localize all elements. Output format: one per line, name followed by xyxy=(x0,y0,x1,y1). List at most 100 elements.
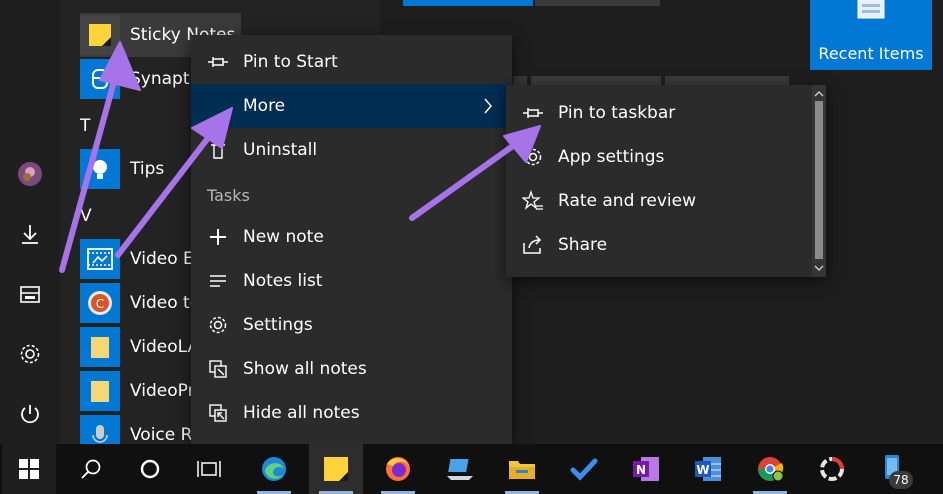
video-to-icon: C xyxy=(80,283,120,323)
list-item-tips[interactable]: Tips xyxy=(80,147,164,191)
start-button[interactable] xyxy=(2,444,56,494)
menu-item-label: Rate and review xyxy=(558,191,696,211)
computer-icon xyxy=(447,459,473,480)
letter-header[interactable]: V xyxy=(80,206,92,226)
svg-text:C: C xyxy=(96,297,104,311)
menu-item-label: Notes list xyxy=(243,271,323,291)
menu-item-more[interactable]: More xyxy=(191,84,512,128)
menu-item-label: Settings xyxy=(243,315,313,335)
recent-items-icon xyxy=(857,0,885,19)
hide-windows-icon xyxy=(206,401,230,425)
chrome-button[interactable] xyxy=(743,444,797,494)
trash-icon xyxy=(206,138,230,162)
sticky-notes-icon xyxy=(324,457,348,481)
menu-item-share[interactable]: Share xyxy=(506,223,812,267)
user-avatar[interactable] xyxy=(10,154,50,194)
gear-icon xyxy=(206,313,230,337)
firefox-button[interactable] xyxy=(371,444,425,494)
menu-item-label: App settings xyxy=(558,147,665,167)
onenote-button[interactable]: N xyxy=(619,444,673,494)
scroll-down-icon[interactable] xyxy=(812,261,826,275)
phone-app-button[interactable]: 78 xyxy=(867,444,921,494)
folder-icon xyxy=(509,461,535,479)
menu-item-new-note[interactable]: New note xyxy=(191,215,512,259)
chrome-icon xyxy=(758,457,784,482)
video-editor-icon xyxy=(80,239,120,279)
search-icon xyxy=(81,459,101,479)
windows-icon xyxy=(19,459,39,479)
gear-icon xyxy=(20,344,40,364)
power-button[interactable] xyxy=(10,394,50,434)
menu-item-hide-all-notes[interactable]: Hide all notes xyxy=(191,391,512,435)
file-explorer-button[interactable] xyxy=(495,444,549,494)
recent-items-tile[interactable]: Recent Items xyxy=(810,0,932,70)
menu-item-settings[interactable]: Settings xyxy=(191,303,512,347)
checkmark-icon xyxy=(570,458,598,481)
context-menu: Pin to Start More Uninstall Tasks New no… xyxy=(191,35,512,444)
menu-item-label: Hide all notes xyxy=(243,403,360,423)
loader-app-button[interactable] xyxy=(805,444,859,494)
folder-icon xyxy=(80,327,120,367)
menu-item-label: New note xyxy=(243,227,324,247)
tasks-header: Tasks xyxy=(207,186,250,205)
star-icon xyxy=(521,189,545,213)
submenu-scrollbar[interactable] xyxy=(812,85,826,277)
edge-icon xyxy=(262,457,286,481)
tile[interactable] xyxy=(403,0,533,6)
start-rail xyxy=(0,0,60,444)
tile[interactable] xyxy=(535,0,660,6)
gear-icon xyxy=(521,145,545,169)
downloads-button[interactable] xyxy=(10,214,50,254)
sticky-notes-taskbar-button[interactable] xyxy=(309,444,363,494)
menu-item-label: More xyxy=(243,96,286,116)
this-pc-button[interactable] xyxy=(433,444,487,494)
taskbar: N W 78 xyxy=(0,444,943,494)
menu-item-show-all-notes[interactable]: Show all notes xyxy=(191,347,512,391)
tile-label: Recent Items xyxy=(818,44,924,63)
chevron-right-icon xyxy=(482,96,494,120)
pictures-button[interactable] xyxy=(10,274,50,314)
folder-icon xyxy=(80,371,120,411)
search-button[interactable] xyxy=(64,444,118,494)
download-icon xyxy=(22,225,38,244)
menu-item-label: Uninstall xyxy=(243,140,318,160)
todo-button[interactable] xyxy=(557,444,611,494)
edge-button[interactable] xyxy=(247,444,301,494)
menu-item-label: Share xyxy=(558,235,608,255)
scrollbar-thumb[interactable] xyxy=(815,101,823,259)
menu-item-pin-to-start[interactable]: Pin to Start xyxy=(191,40,512,84)
menu-item-label: Pin to Start xyxy=(243,52,338,72)
image-icon xyxy=(20,286,40,303)
menu-item-notes-list[interactable]: Notes list xyxy=(191,259,512,303)
cortana-icon xyxy=(140,459,160,479)
task-view-button[interactable] xyxy=(182,444,236,494)
show-windows-icon xyxy=(206,357,230,381)
task-view-icon xyxy=(197,461,221,477)
scroll-up-icon[interactable] xyxy=(812,87,826,101)
word-button[interactable]: W xyxy=(681,444,735,494)
tips-icon xyxy=(80,149,120,189)
settings-button[interactable] xyxy=(10,334,50,374)
firefox-icon xyxy=(386,457,410,481)
pin-icon xyxy=(206,50,230,74)
menu-item-rate-and-review[interactable]: Rate and review xyxy=(506,179,812,223)
more-submenu: Pin to taskbar App settings Rate and rev… xyxy=(506,85,826,277)
share-icon xyxy=(521,233,545,257)
ring-icon xyxy=(820,457,844,481)
sticky-notes-icon xyxy=(80,15,120,55)
menu-item-uninstall[interactable]: Uninstall xyxy=(191,128,512,172)
avatar-icon xyxy=(18,162,42,186)
menu-item-pin-to-taskbar[interactable]: Pin to taskbar xyxy=(506,91,812,135)
cortana-button[interactable] xyxy=(123,444,177,494)
power-icon xyxy=(21,405,39,424)
menu-item-app-settings[interactable]: App settings xyxy=(506,135,812,179)
onenote-icon: N xyxy=(633,457,659,481)
list-item-video-to[interactable]: C Video to xyxy=(80,281,200,325)
notification-badge: 78 xyxy=(889,471,913,489)
pin-icon xyxy=(521,101,545,125)
svg-text:N: N xyxy=(636,463,646,477)
word-icon: W xyxy=(695,457,721,481)
letter-header[interactable]: T xyxy=(80,116,90,136)
menu-item-label: Show all notes xyxy=(243,359,367,379)
menu-item-label: Pin to taskbar xyxy=(558,103,676,123)
